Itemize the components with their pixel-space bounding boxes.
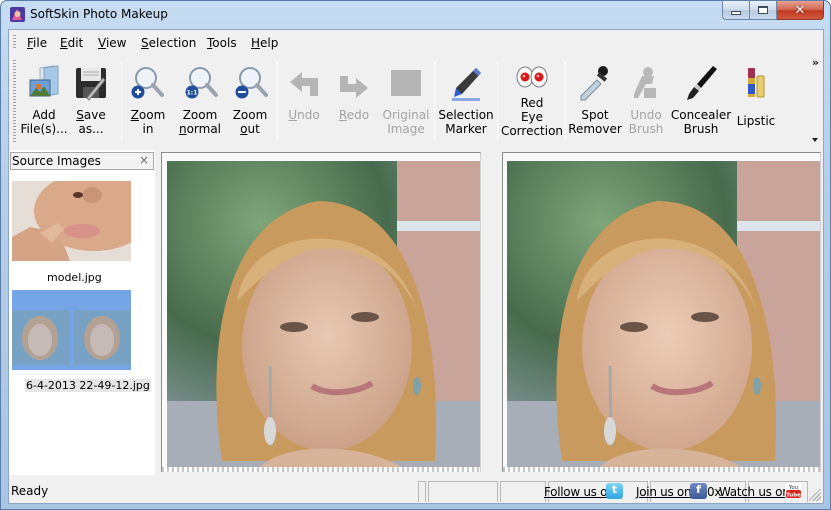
thumbnail-selected-image[interactable] <box>12 290 131 370</box>
horizontal-ruler <box>503 467 820 472</box>
close-button[interactable]: ✕ <box>777 1 824 20</box>
model-thumbnail-image <box>12 181 131 261</box>
twitter-icon[interactable]: t <box>606 483 623 499</box>
close-icon: ✕ <box>794 2 806 18</box>
zoom-normal-icon: 1:1 <box>185 67 218 99</box>
selection-marker-button[interactable]: Selection Marker <box>438 60 494 146</box>
selected-thumbnail-image <box>12 310 131 365</box>
original-photo <box>167 161 480 471</box>
thumbnail-model[interactable] <box>12 181 131 261</box>
menu-tools[interactable]: Tools <box>207 36 237 50</box>
menu-file[interactable]: File <box>27 36 47 50</box>
maximize-button[interactable] <box>750 1 777 20</box>
minimize-button[interactable] <box>722 1 750 20</box>
processed-view[interactable] <box>502 152 821 472</box>
menu-view[interactable]: View <box>98 36 126 50</box>
watch-youtube-link[interactable]: Watch us on <box>719 485 790 499</box>
status-pane <box>500 481 546 502</box>
title-bar[interactable]: SoftSkin Photo Makeup ✕ <box>1 1 830 28</box>
concealer-brush-button[interactable]: Concealer Brush <box>671 60 731 146</box>
zoom-normal-button[interactable]: 1:1 Zoom normal <box>177 60 223 146</box>
portrait-image <box>167 161 480 471</box>
original-view[interactable] <box>161 152 481 472</box>
marker-icon <box>452 68 481 101</box>
source-panel-header: Source Images × <box>10 152 154 170</box>
spot-remover-button[interactable]: Spot Remover <box>568 60 622 146</box>
toolbar: Add File(s)... Save as... Zoom in 1:1 Zo… <box>9 56 823 148</box>
undo-brush-button[interactable]: Undo Brush <box>626 60 666 146</box>
svg-text:1:1: 1:1 <box>187 90 198 97</box>
horizontal-ruler <box>162 467 480 472</box>
maximize-icon <box>758 6 768 14</box>
menu-selection[interactable]: Selection <box>141 36 196 50</box>
zoom-out-button[interactable]: Zoom out <box>229 60 271 146</box>
zoom-in-button[interactable]: Zoom in <box>127 60 169 146</box>
lipstick-button[interactable]: Lipstic <box>734 60 778 146</box>
minimize-icon <box>731 11 741 15</box>
menu-help[interactable]: Help <box>251 36 278 50</box>
facebook-icon[interactable]: f <box>690 483 707 499</box>
status-bar: Ready Follow us on t Join us on f 0x Wat… <box>9 477 823 503</box>
brush-icon <box>687 66 717 100</box>
toolbar-separator <box>497 62 498 142</box>
thumbnail-caption-selected: 6-4-2013 22-49-12.jpg <box>25 379 151 392</box>
toolbar-separator <box>277 62 278 142</box>
source-images-panel: Source Images × model.jpg 6-4-2013 22-49… <box>9 150 155 475</box>
resize-grip[interactable] <box>809 489 821 501</box>
app-icon <box>10 7 25 22</box>
menu-bar: File Edit View Selection Tools Help <box>9 30 823 55</box>
zoom-out-icon <box>235 67 268 99</box>
app-window: SoftSkin Photo Makeup ✕ File Edit View S… <box>0 0 831 510</box>
toolbar-separator <box>121 62 122 142</box>
processed-photo <box>507 161 820 471</box>
undo-icon <box>290 72 318 96</box>
redo-button[interactable]: Redo <box>334 60 374 146</box>
undo-brush-icon <box>634 67 656 98</box>
youtube-icon[interactable]: You Tube <box>785 483 802 499</box>
menu-edit[interactable]: Edit <box>60 36 83 50</box>
thumbnail-caption: model.jpg <box>47 271 102 284</box>
window-title: SoftSkin Photo Makeup <box>30 7 168 21</box>
menu-grip[interactable] <box>13 35 16 50</box>
toolbar-options-arrow-icon[interactable] <box>812 138 818 142</box>
toolbar-separator <box>565 62 566 142</box>
status-pane <box>418 481 426 502</box>
source-panel-title: Source Images <box>12 154 101 168</box>
add-files-button[interactable]: Add File(s)... <box>20 60 68 146</box>
panel-close-icon[interactable]: × <box>139 153 149 167</box>
status-pane <box>428 481 498 502</box>
save-as-button[interactable]: Save as... <box>71 60 111 146</box>
toolbar-overflow-button[interactable]: » <box>812 56 819 69</box>
undo-button[interactable]: Undo <box>284 60 324 146</box>
toolbar-grip[interactable] <box>13 60 16 142</box>
add-files-icon <box>29 65 59 97</box>
follow-twitter-link[interactable]: Follow us on <box>544 485 615 499</box>
original-image-button[interactable]: Original Image <box>383 60 429 146</box>
toolbar-separator <box>434 62 435 142</box>
svg-text:Tube: Tube <box>786 493 801 499</box>
redo-icon <box>340 76 368 98</box>
red-eye-correction-button[interactable]: Red Eye Correction <box>501 60 563 146</box>
portrait-image-processed <box>507 161 820 471</box>
original-image-icon <box>391 70 421 96</box>
image-view-area <box>157 150 823 475</box>
lipstick-icon <box>748 68 765 98</box>
dropper-icon <box>580 66 608 101</box>
save-icon <box>76 68 106 101</box>
status-text: Ready <box>11 484 49 498</box>
client-area: File Edit View Selection Tools Help Add F… <box>8 29 824 504</box>
zoom-in-icon <box>131 67 164 99</box>
red-eye-icon <box>516 66 548 88</box>
join-facebook-link[interactable]: Join us on <box>636 485 692 499</box>
